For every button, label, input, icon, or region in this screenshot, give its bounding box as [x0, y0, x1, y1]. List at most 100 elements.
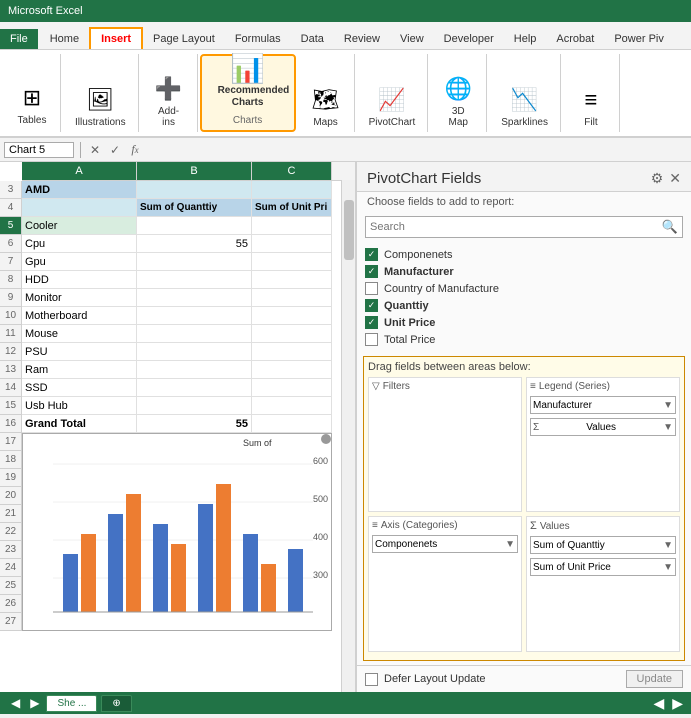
tab-help[interactable]: Help [504, 29, 547, 49]
tab-home[interactable]: Home [40, 29, 89, 49]
illustrations-button[interactable]: 🖼 Illustrations [69, 82, 132, 130]
maps-button[interactable]: 🗺 Maps [304, 82, 348, 130]
cell-10b[interactable] [137, 307, 252, 325]
tab-pagelayout[interactable]: Page Layout [143, 29, 225, 49]
cell-11a[interactable]: Mouse [22, 325, 137, 343]
cell-10c[interactable] [252, 307, 332, 325]
cell-3c[interactable] [252, 181, 332, 199]
cell-4b[interactable]: Sum of Quanttiy [137, 199, 252, 217]
settings-icon[interactable]: ⚙ [651, 170, 664, 187]
cell-10a[interactable]: Motherboard [22, 307, 137, 325]
sheet-tab-she[interactable]: She ... [46, 695, 97, 712]
values-select-legend[interactable]: Σ Values ▼ [530, 418, 676, 436]
cell-16c[interactable] [252, 415, 332, 433]
cell-8c[interactable] [252, 271, 332, 289]
vertical-scrollbar[interactable] [341, 180, 355, 692]
cell-5c[interactable] [252, 217, 332, 235]
field-checkbox-quanttiy[interactable]: ✓ [365, 299, 378, 312]
cell-reference-input[interactable] [4, 142, 74, 158]
tab-review[interactable]: Review [334, 29, 390, 49]
sparklines-button[interactable]: 📉 Sparklines [495, 82, 554, 130]
scroll-left-icon[interactable]: ◀ [653, 695, 664, 712]
field-checkbox-unitprice[interactable]: ✓ [365, 316, 378, 329]
cell-5b[interactable] [137, 217, 252, 235]
scroll-right-icon[interactable]: ▶ [672, 695, 683, 712]
sum-quanttiy-select[interactable]: Sum of Quanttiy ▼ [530, 536, 676, 554]
cell-9b[interactable] [137, 289, 252, 307]
tab-formulas[interactable]: Formulas [225, 29, 291, 49]
row-header-27: 27 [0, 613, 21, 631]
insert-function-icon[interactable]: fx [127, 142, 143, 158]
cell-9a[interactable]: Monitor [22, 289, 137, 307]
pivotchart-button[interactable]: 📈 PivotChart [363, 82, 422, 130]
cell-6c[interactable] [252, 235, 332, 253]
recommended-charts-button[interactable]: 📊 RecommendedCharts [210, 48, 286, 113]
next-sheet-icon[interactable]: ▶ [27, 696, 42, 710]
cell-9c[interactable] [252, 289, 332, 307]
cell-6a[interactable]: Cpu [22, 235, 137, 253]
col-header-b[interactable]: B [137, 162, 252, 180]
cancel-formula-icon[interactable]: ✕ [87, 142, 103, 158]
filter-button[interactable]: ≡ Filt [569, 82, 613, 130]
tab-acrobat[interactable]: Acrobat [546, 29, 604, 49]
cell-14c[interactable] [252, 379, 332, 397]
cell-12a[interactable]: PSU [22, 343, 137, 361]
prev-sheet-icon[interactable]: ◀ [8, 696, 23, 710]
componenets-axis-select[interactable]: Componenets ▼ [372, 535, 518, 553]
defer-checkbox[interactable] [365, 673, 378, 686]
tab-powerpiv[interactable]: Power Piv [604, 29, 674, 49]
tables-button[interactable]: ⊞ Tables [10, 80, 54, 128]
tab-view[interactable]: View [390, 29, 434, 49]
cell-7c[interactable] [252, 253, 332, 271]
tab-insert[interactable]: Insert [89, 27, 143, 49]
3dmap-button[interactable]: 🌐 3DMap [436, 71, 480, 130]
cell-14b[interactable] [137, 379, 252, 397]
tab-file[interactable]: File [0, 29, 38, 49]
cell-13a[interactable]: Ram [22, 361, 137, 379]
cell-16a[interactable]: Grand Total [22, 415, 137, 433]
field-checkbox-totalprice[interactable] [365, 333, 378, 346]
sum-unitprice-select[interactable]: Sum of Unit Price ▼ [530, 558, 676, 576]
cell-3b[interactable] [137, 181, 252, 199]
cell-12c[interactable] [252, 343, 332, 361]
update-button[interactable]: Update [626, 670, 683, 688]
svg-text:600: 600 [313, 456, 328, 466]
col-header-c[interactable]: C [252, 162, 332, 180]
cell-8a[interactable]: HDD [22, 271, 137, 289]
cell-15c[interactable] [252, 397, 332, 415]
scrollbar-thumb[interactable] [344, 200, 354, 260]
search-input[interactable] [370, 221, 662, 233]
cell-11c[interactable] [252, 325, 332, 343]
field-checkbox-manufacturer[interactable]: ✓ [365, 265, 378, 278]
close-icon[interactable]: ✕ [669, 170, 681, 187]
cell-8b[interactable] [137, 271, 252, 289]
confirm-formula-icon[interactable]: ✓ [107, 142, 123, 158]
list-item: Total Price [365, 331, 683, 348]
manufacturer-select[interactable]: Manufacturer ▼ [530, 396, 676, 414]
cell-4c[interactable]: Sum of Unit Pri [252, 199, 332, 217]
col-header-a[interactable]: A [22, 162, 137, 180]
field-checkbox-componenets[interactable]: ✓ [365, 248, 378, 261]
cell-13c[interactable] [252, 361, 332, 379]
cell-7b[interactable] [137, 253, 252, 271]
formula-input[interactable] [147, 144, 687, 156]
field-checkbox-country[interactable] [365, 282, 378, 295]
cell-15b[interactable] [137, 397, 252, 415]
cell-15a[interactable]: Usb Hub [22, 397, 137, 415]
row-header-18: 18 [0, 451, 21, 469]
cell-4a[interactable] [22, 199, 137, 217]
cell-14a[interactable]: SSD [22, 379, 137, 397]
add-sheet-button[interactable]: ⊕ [101, 695, 131, 712]
cell-11b[interactable] [137, 325, 252, 343]
cell-5a[interactable]: Cooler [22, 217, 137, 235]
cell-16b[interactable]: 55 [137, 415, 252, 433]
cell-6b[interactable]: 55 [137, 235, 252, 253]
cell-12b[interactable] [137, 343, 252, 361]
tab-developer[interactable]: Developer [434, 29, 504, 49]
cell-3a[interactable]: AMD [22, 181, 137, 199]
tab-data[interactable]: Data [291, 29, 334, 49]
addins-button[interactable]: ➕ Add-ins [147, 71, 191, 130]
cell-7a[interactable]: Gpu [22, 253, 137, 271]
cell-13b[interactable] [137, 361, 252, 379]
chart-drag-handle[interactable] [321, 434, 331, 444]
